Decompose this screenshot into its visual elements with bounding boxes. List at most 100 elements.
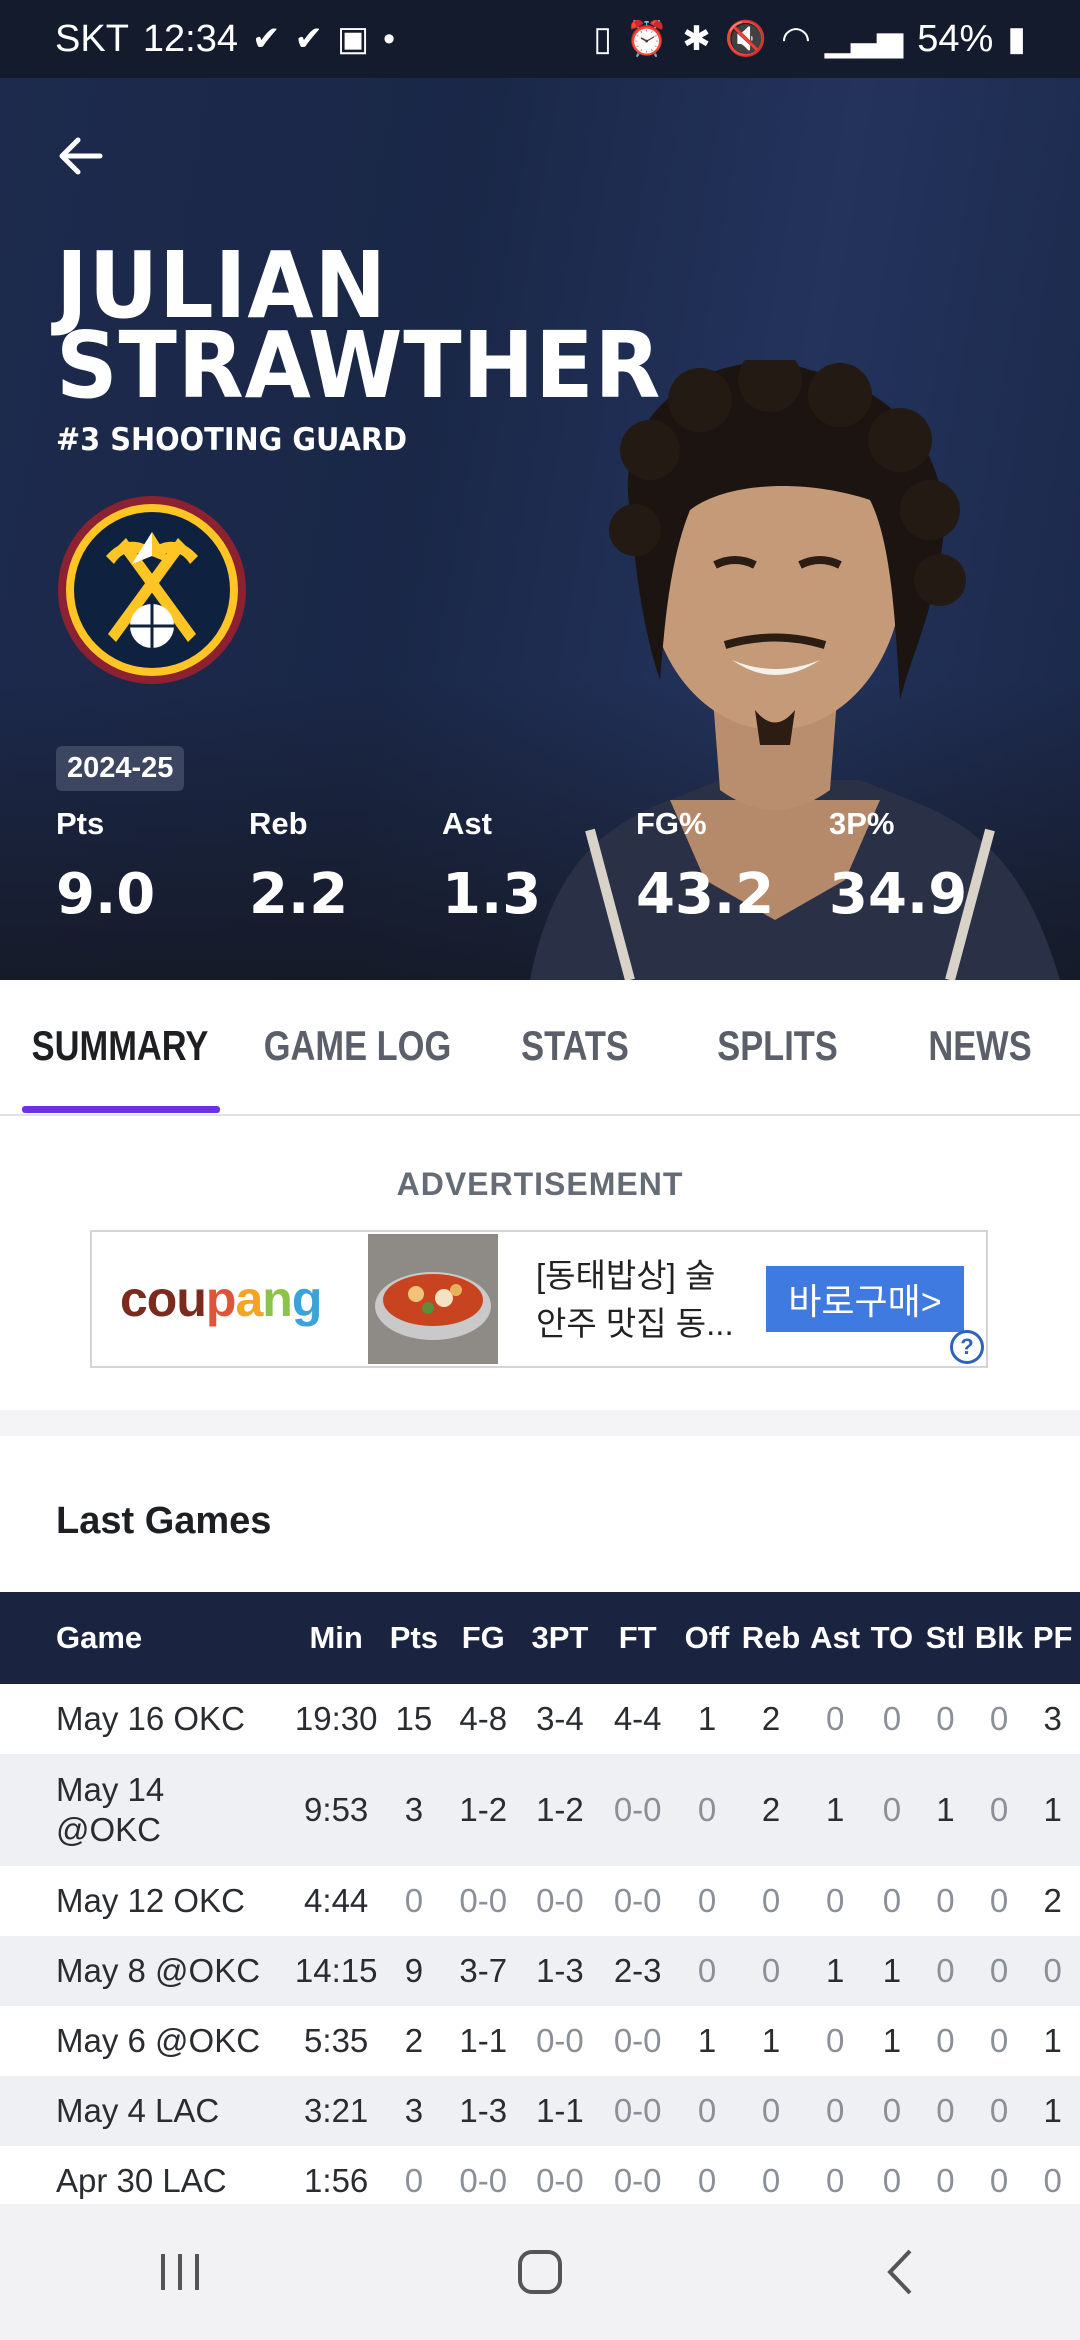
- column-header: Stl: [918, 1592, 973, 1684]
- signal-icon: ▁▃▅: [824, 20, 904, 58]
- check-icon: ✔: [252, 20, 281, 58]
- stat-cell: 1: [761, 2022, 781, 2059]
- tab-game-log[interactable]: GAME LOG: [261, 980, 454, 1112]
- stat-value: 9.0: [56, 862, 156, 927]
- tab-stats[interactable]: STATS: [493, 980, 657, 1112]
- stat-cell: 1: [804, 1754, 866, 1866]
- stat-cell: 0: [865, 1754, 919, 1866]
- mute-icon: 🔇: [724, 20, 768, 58]
- alarm-icon: ⏰: [625, 20, 669, 58]
- image-icon: ▣: [337, 20, 370, 58]
- player-position: #3 SHOOTING GUARD: [56, 422, 408, 458]
- stat-cell: 1: [1043, 2022, 1062, 2059]
- game-cell: May 8 @OKC: [0, 1936, 290, 2006]
- game-cell: May 16 OKC: [56, 1700, 245, 1737]
- stat-cell: 1: [697, 2022, 717, 2059]
- stat-cell: 1: [882, 2022, 902, 2059]
- table-row[interactable]: May 8 @OKC 14:15 9 3-7 1-3 2-3 0 0 1 1 0 0 0: [0, 1936, 1080, 2006]
- stat-cell: 0: [804, 2076, 866, 2146]
- stat-value: 2.2: [249, 862, 349, 927]
- stat-cell: 0-0: [613, 2022, 662, 2059]
- ad-text: [동태밥상] 술 안주 맛집 동...: [536, 1252, 736, 1348]
- stat-cell: 1-3: [445, 2076, 522, 2146]
- chevron-left-icon: [887, 2249, 912, 2295]
- status-bar: SKT 12:34 ✔ ✔ ▣ • ▯ ⏰ ✱ 🔇 ◠ ▁▃▅ 54% ▮: [0, 0, 1080, 78]
- stat-cell: 2: [761, 1700, 781, 1737]
- column-header: 3PT: [521, 1592, 599, 1684]
- dot-icon: •: [383, 19, 396, 58]
- stat-cell: 1: [804, 1936, 866, 2006]
- wifi-icon: ◠: [781, 20, 811, 58]
- arrow-left-icon: [59, 137, 103, 175]
- ad-banner[interactable]: coupang [동태밥상] 술 안주 맛집 동... 바로구매> ?: [90, 1230, 988, 1368]
- stat-cell: 1-1: [521, 2076, 599, 2146]
- stat-cell: 2: [737, 1754, 805, 1866]
- system-nav-bar: [0, 2204, 1080, 2340]
- stat-rebounds: Reb 2.2: [249, 806, 348, 927]
- coupang-logo: coupang: [120, 1271, 322, 1327]
- stat-cell: 1: [918, 1754, 973, 1866]
- ad-text-line: 안주 맛집 동...: [536, 1305, 734, 1342]
- table-row[interactable]: May 12 OKC 4:44 0 0-0 0-0 0-0 0 0 0 0 0 0 2: [0, 1866, 1080, 1936]
- stat-value: 34.9: [829, 862, 968, 927]
- stat-cell: 0: [825, 1700, 845, 1737]
- table-row[interactable]: May 16 OKC 19:30 15 4-8 3-4 4-4 1 2 0 0 0 0 3: [0, 1684, 1080, 1754]
- stat-cell: 0: [972, 2076, 1026, 2146]
- stat-cell: 0: [936, 1882, 955, 1919]
- stat-cell: 0: [1025, 1936, 1080, 2006]
- stat-assists: Ast 1.3: [442, 806, 541, 927]
- stat-cell: 1: [865, 1936, 919, 2006]
- stat-cell: 4-4: [613, 1700, 662, 1737]
- stat-cell: 1-2: [445, 1754, 522, 1866]
- stat-cell: 1: [1025, 2076, 1080, 2146]
- stat-cell: 4-8: [459, 1700, 508, 1737]
- home-icon: [518, 2250, 562, 2294]
- column-header: PF: [1025, 1592, 1080, 1684]
- nfc-icon: ▯: [593, 20, 612, 58]
- stat-cell: 0: [936, 2022, 955, 2059]
- tab-summary[interactable]: SUMMARY: [30, 980, 210, 1112]
- stat-cell: 3-4: [536, 1700, 584, 1737]
- column-header: Min: [289, 1592, 383, 1684]
- stat-cell: 0: [972, 1936, 1026, 2006]
- recent-apps-button[interactable]: [120, 2222, 240, 2322]
- stat-cell: 0: [865, 2076, 919, 2146]
- column-header: Pts: [382, 1592, 446, 1684]
- stat-cell: 0: [989, 2022, 1009, 2059]
- buy-now-button[interactable]: 바로구매>: [766, 1266, 964, 1332]
- advertisement-label: ADVERTISEMENT: [396, 1166, 684, 1202]
- tab-news[interactable]: NEWS: [898, 980, 1062, 1112]
- stat-cell: 0-0: [536, 2022, 584, 2059]
- clock: 12:34: [142, 17, 238, 60]
- stat-cell: 1-2: [521, 1754, 599, 1866]
- column-header: Game: [0, 1592, 290, 1684]
- stat-label: Ast: [442, 806, 492, 841]
- stat-cell: 0-0: [598, 2076, 677, 2146]
- table-row[interactable]: May 14 @OKC 9:53 3 1-2 1-2 0-0 0 2 1 0 1 0 1: [0, 1754, 1080, 1866]
- table-row[interactable]: May 4 LAC 3:21 3 1-3 1-1 0-0 0 0 0 0 0 0 1: [0, 2076, 1080, 2146]
- stat-cell: 0: [918, 2076, 973, 2146]
- stat-cell: 2-3: [598, 1936, 677, 2006]
- back-button[interactable]: [48, 124, 112, 188]
- game-cell: May 6 @OKC: [56, 2022, 261, 2059]
- stat-cell: 9:53: [289, 1754, 383, 1866]
- tab-splits[interactable]: SPLITS: [693, 980, 861, 1112]
- stat-cell: 1-1: [459, 2022, 508, 2059]
- stat-cell: 14:15: [289, 1936, 383, 2006]
- game-cell: May 4 LAC: [0, 2076, 290, 2146]
- stat-cell: 0: [676, 2076, 738, 2146]
- help-icon[interactable]: ?: [950, 1330, 984, 1364]
- column-header: FG: [445, 1592, 522, 1684]
- stat-cell: 0: [989, 1882, 1009, 1919]
- stat-label: 3P%: [829, 806, 895, 841]
- nav-back-button[interactable]: [840, 2222, 960, 2322]
- stat-points: Pts 9.0: [56, 806, 155, 927]
- stat-fg-pct: FG% 43.2: [636, 806, 774, 927]
- stat-cell: 3-7: [445, 1936, 522, 2006]
- last-games-table: Game Min Pts FG 3PT FT Off Reb Ast TO St…: [0, 1592, 1080, 2216]
- home-button[interactable]: [480, 2222, 600, 2322]
- column-header: FT: [598, 1592, 677, 1684]
- stat-cell: 1: [1025, 1754, 1080, 1866]
- stat-cell: 0: [825, 1882, 845, 1919]
- table-row[interactable]: May 6 @OKC 5:35 2 1-1 0-0 0-0 1 1 0 1 0 0 1: [0, 2006, 1080, 2076]
